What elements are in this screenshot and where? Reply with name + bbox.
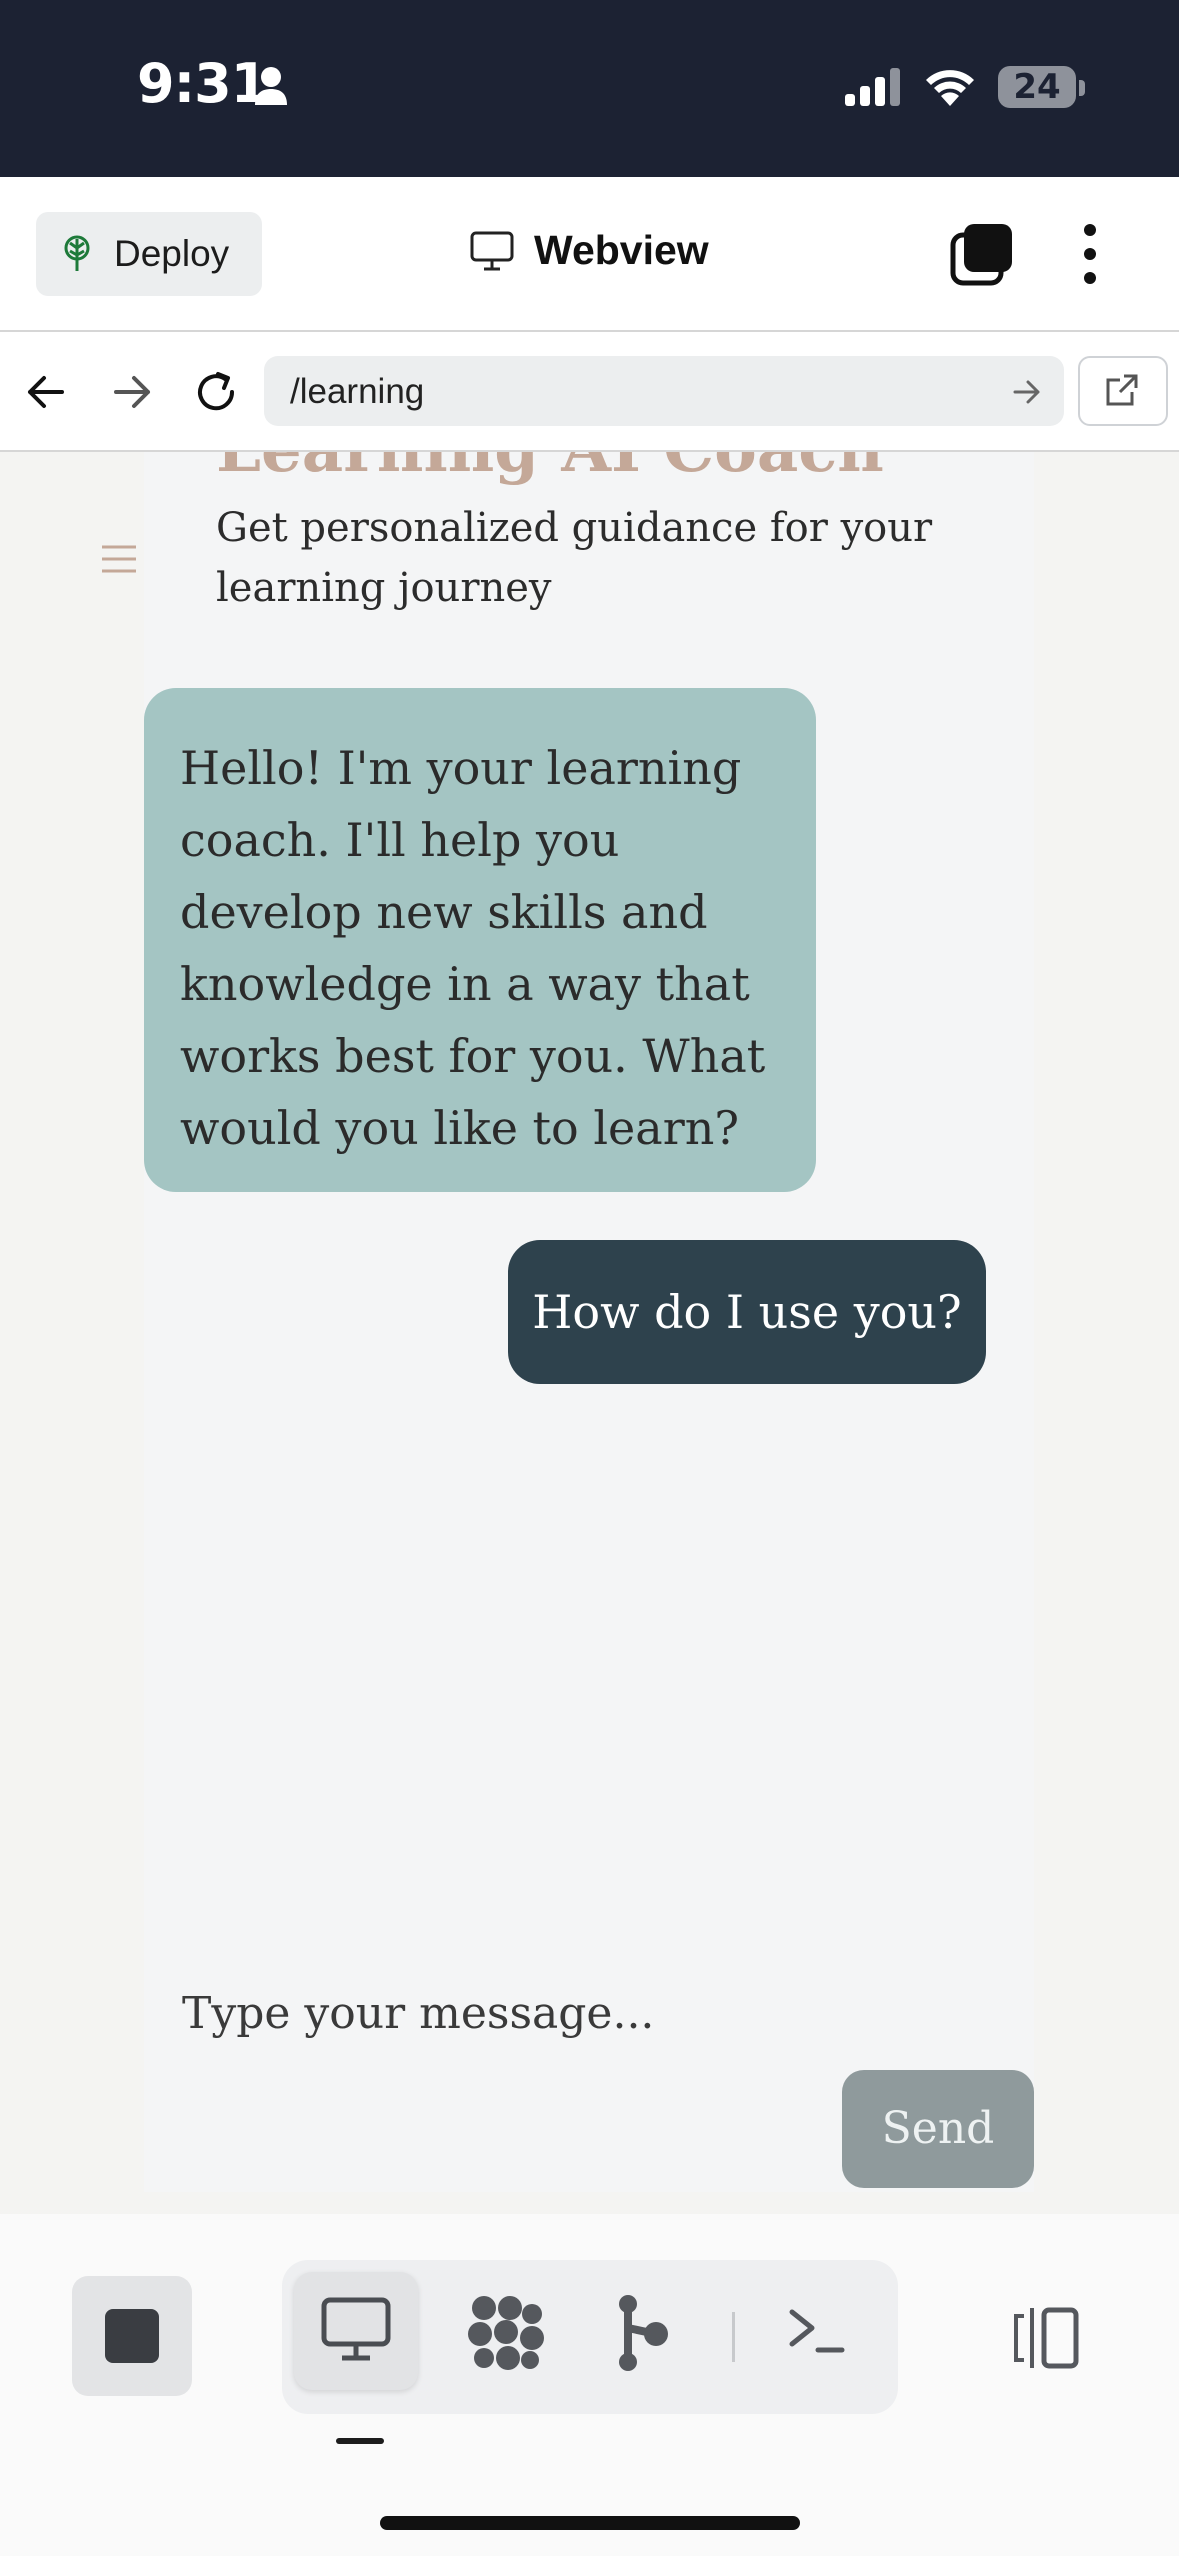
webview-tool-button[interactable] [294, 2272, 418, 2390]
status-bar: 9:31 24 [0, 0, 1179, 177]
tabs-icon[interactable] [950, 222, 1014, 286]
deploy-label: Deploy [114, 233, 230, 274]
git-icon[interactable] [612, 2294, 672, 2372]
webview-title[interactable]: Webview [470, 227, 709, 274]
back-arrow-icon[interactable] [24, 370, 68, 414]
webview-content: Learning AI Coach Get personalized guida… [0, 452, 1179, 2214]
send-button[interactable]: Send [842, 2070, 1034, 2188]
url-bar: /learning [0, 332, 1179, 452]
go-arrow-icon[interactable] [1012, 378, 1042, 406]
user-message: How do I use you? [508, 1240, 986, 1384]
battery-cap [1079, 80, 1085, 96]
stop-icon [105, 2309, 159, 2363]
stop-button[interactable] [72, 2276, 192, 2396]
person-icon [255, 67, 287, 105]
home-indicator [380, 2516, 800, 2530]
url-text: /learning [290, 372, 425, 411]
page-subtitle: Get personalized guidance for your learn… [216, 505, 933, 611]
status-time: 9:31 [137, 52, 268, 115]
app-header: Deploy Webview [0, 177, 1179, 332]
panels-icon[interactable] [1010, 2306, 1082, 2370]
agent-icon[interactable] [466, 2292, 546, 2372]
shell-icon[interactable] [786, 2300, 846, 2360]
deploy-button[interactable]: Deploy [36, 212, 262, 296]
webview-monitor-icon [321, 2297, 391, 2361]
wifi-icon [926, 70, 974, 106]
battery-icon: 24 [998, 66, 1076, 108]
deploy-icon [64, 235, 90, 271]
hamburger-menu-icon[interactable] [100, 544, 138, 574]
open-external-button[interactable] [1078, 356, 1168, 426]
reload-icon[interactable] [192, 368, 240, 416]
monitor-icon [470, 231, 514, 270]
tool-switcher [282, 2260, 898, 2414]
more-vertical-icon[interactable] [1072, 222, 1108, 286]
page-title: Learning AI Coach [216, 452, 884, 487]
coach-message: Hello! I'm your learning coach. I'll hel… [144, 688, 816, 1192]
webview-label: Webview [534, 227, 709, 273]
forward-arrow-icon[interactable] [110, 370, 154, 414]
active-tab-indicator [336, 2438, 384, 2444]
open-external-icon [1106, 374, 1138, 406]
url-input[interactable]: /learning [264, 356, 1064, 426]
bottom-toolbar [0, 2214, 1179, 2556]
toolbar-divider [732, 2312, 735, 2362]
signal-icon [845, 68, 900, 106]
message-input[interactable]: Type your message... [182, 1974, 942, 2054]
